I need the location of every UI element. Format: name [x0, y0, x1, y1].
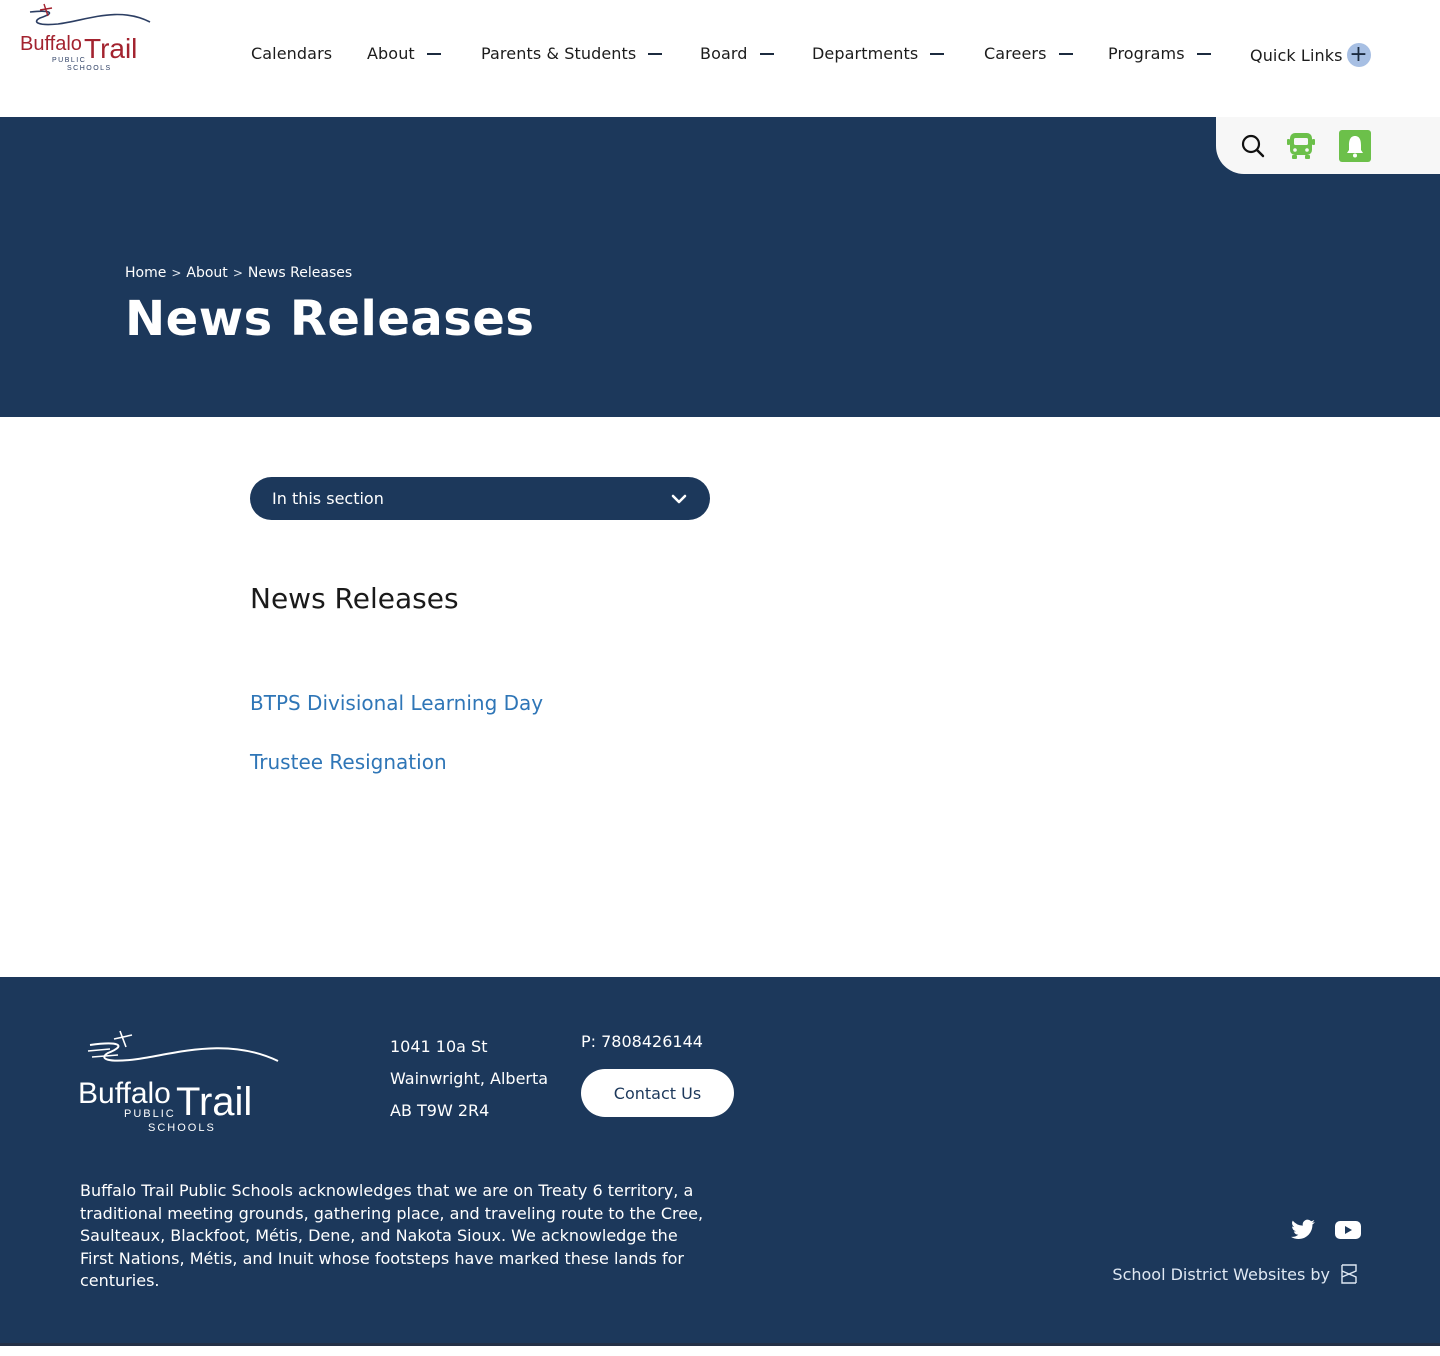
twitter-icon[interactable]: [1289, 1217, 1317, 1243]
nav-item-careers[interactable]: Careers: [984, 44, 1073, 63]
bell-icon[interactable]: [1338, 129, 1372, 163]
search-icon[interactable]: [1236, 129, 1270, 163]
page-title: News Releases: [125, 291, 535, 347]
contact-us-button[interactable]: Contact Us: [581, 1069, 734, 1117]
submenu-toggle-icon[interactable]: [1196, 52, 1211, 55]
address-line-2: Wainwright, Alberta: [390, 1069, 549, 1088]
address-line-1: 1041 10a St: [390, 1037, 488, 1056]
nav-item-quick-links[interactable]: Quick Links +: [1250, 43, 1371, 67]
nav-item-departments[interactable]: Departments: [812, 44, 945, 63]
site-header: Buffalo Trail PUBLIC SCHOOLS Calendars A…: [0, 0, 1440, 117]
footer-phone[interactable]: P: 7808426144: [581, 1031, 703, 1053]
breadcrumb-current: News Releases: [247, 265, 353, 281]
in-this-section-dropdown[interactable]: In this section: [250, 477, 710, 520]
submenu-toggle-icon[interactable]: [759, 52, 774, 55]
credit-text: School District Websites by: [1112, 1264, 1330, 1284]
nav-label: Parents & Students: [481, 44, 637, 63]
footer-logo-public: PUBLIC: [124, 1108, 176, 1120]
chevron-down-icon: [671, 494, 687, 504]
footer-logo-trail: Trail: [176, 1080, 252, 1124]
site-logo[interactable]: Buffalo Trail PUBLIC SCHOOLS: [18, 0, 158, 76]
nav-item-about[interactable]: About: [367, 44, 441, 63]
nav-label: Calendars: [251, 44, 333, 63]
nav-label: Careers: [984, 44, 1047, 63]
nav-label: About: [367, 44, 415, 63]
logo-text-public: PUBLIC: [52, 57, 86, 64]
footer-logo-graphic: Buffalo Trail PUBLIC SCHOOLS: [78, 1030, 279, 1134]
nav-label: Quick Links: [1250, 45, 1343, 65]
bus-icon[interactable]: [1284, 129, 1318, 163]
nav-label: Board: [700, 44, 748, 63]
breadcrumb-home[interactable]: Home: [125, 265, 166, 281]
logo-graphic: Buffalo Trail PUBLIC SCHOOLS: [20, 3, 151, 72]
content-title: News Releases: [250, 582, 459, 615]
submenu-toggle-icon[interactable]: [426, 52, 441, 55]
breadcrumb-separator: >: [171, 266, 182, 280]
site-credit: School District Websites by: [1112, 1263, 1358, 1285]
logo-text-schools: SCHOOLS: [67, 65, 112, 72]
breadcrumb: Home > About > News Releases: [125, 265, 352, 281]
page-hero: Home > About > News Releases News Releas…: [0, 117, 1440, 417]
news-item-link[interactable]: BTPS Divisional Learning Day: [250, 691, 543, 715]
news-item-link[interactable]: Trustee Resignation: [250, 750, 447, 774]
footer-address: 1041 10a St Wainwright, Alberta AB T9W 2…: [390, 1031, 548, 1127]
nav-item-board[interactable]: Board: [700, 44, 774, 63]
submenu-toggle-icon[interactable]: [930, 52, 945, 55]
footer-logo-schools: SCHOOLS: [148, 1122, 216, 1134]
youtube-icon[interactable]: [1334, 1217, 1362, 1243]
submenu-toggle-icon[interactable]: [1058, 52, 1073, 55]
nav-item-parents-students[interactable]: Parents & Students: [481, 44, 663, 63]
address-line-3: AB T9W 2R4: [390, 1101, 490, 1120]
vendor-logo-icon[interactable]: [1340, 1263, 1358, 1285]
nav-label: Programs: [1108, 44, 1185, 63]
site-footer: Buffalo Trail PUBLIC SCHOOLS 1041 10a St…: [0, 977, 1440, 1343]
submenu-toggle-icon[interactable]: [648, 52, 663, 55]
nav-label: Departments: [812, 44, 919, 63]
logo-text-trail: Trail: [84, 33, 137, 64]
land-acknowledgement: Buffalo Trail Public Schools acknowledge…: [80, 1181, 704, 1290]
plus-icon[interactable]: +: [1346, 43, 1371, 67]
footer-logo[interactable]: Buffalo Trail PUBLIC SCHOOLS: [78, 1025, 288, 1135]
breadcrumb-about[interactable]: About: [186, 265, 227, 281]
nav-item-calendars[interactable]: Calendars: [251, 44, 332, 63]
breadcrumb-separator: >: [232, 266, 243, 280]
footer-logo-buffalo: Buffalo: [78, 1077, 171, 1110]
utility-bar: [1216, 117, 1440, 174]
logo-text-buffalo: Buffalo: [20, 33, 82, 55]
footer-bottom-border: [0, 1343, 1440, 1346]
dropdown-label: In this section: [272, 489, 384, 508]
nav-item-programs[interactable]: Programs: [1108, 44, 1211, 63]
